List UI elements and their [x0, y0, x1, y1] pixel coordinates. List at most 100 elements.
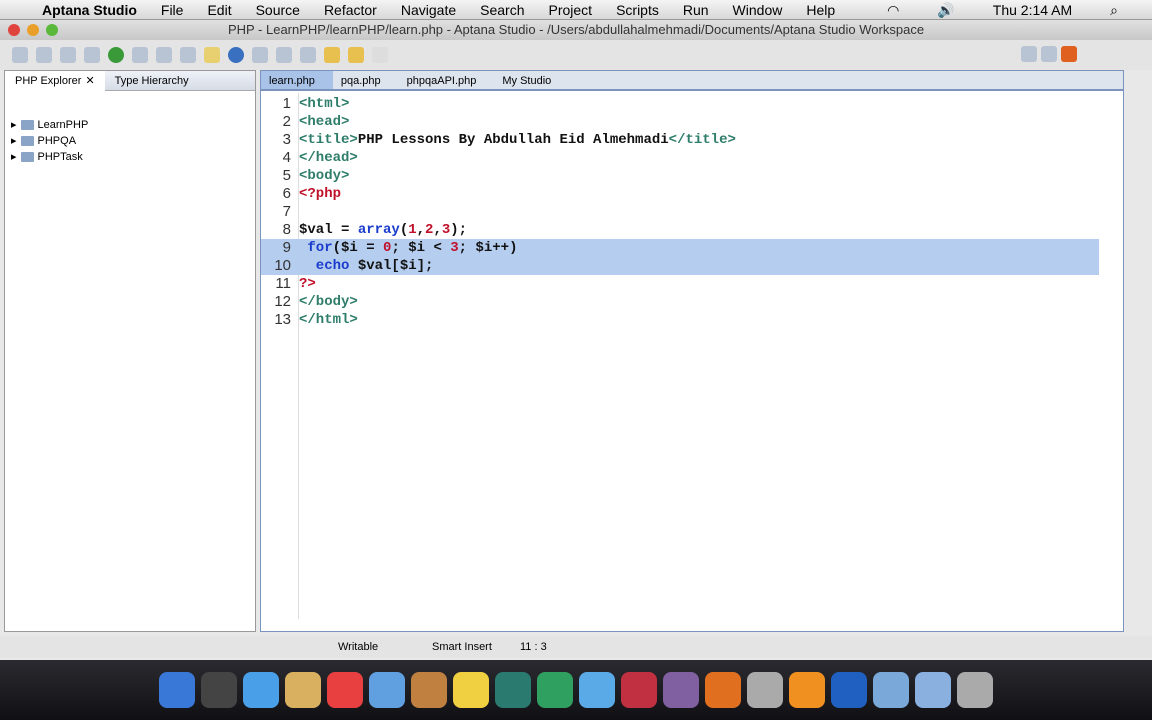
code-token: ,: [433, 222, 442, 238]
dock-app-icon[interactable]: [537, 672, 573, 708]
dock-app-icon[interactable]: [705, 672, 741, 708]
back-icon[interactable]: [324, 47, 340, 63]
code-token: <body>: [299, 168, 350, 184]
dock-app-icon[interactable]: [915, 672, 951, 708]
code-text: echo $val[$i];: [299, 257, 434, 275]
tab-pqa-php[interactable]: pqa.php: [333, 71, 399, 89]
home-icon[interactable]: [252, 47, 268, 63]
volume-icon[interactable]: 🔊: [937, 2, 954, 19]
back-history-icon[interactable]: [348, 47, 364, 63]
tab-phpqaapi-php[interactable]: phpqaAPI.php: [399, 71, 495, 89]
close-icon[interactable]: ✕: [85, 71, 94, 91]
debug-icon[interactable]: [84, 47, 100, 63]
code-editor[interactable]: 1 <html> 2 <head> 3 <title>PHP Lessons By Abd…: [261, 93, 1099, 619]
menu-source[interactable]: Source: [256, 2, 300, 18]
dock-app-icon[interactable]: [789, 672, 825, 708]
menu-navigate[interactable]: Navigate: [401, 2, 456, 18]
dock-app-icon[interactable]: [957, 672, 993, 708]
menu-search[interactable]: Search: [480, 2, 524, 18]
code-text: <title>PHP Lessons By Abdullah Eid Almeh…: [299, 131, 736, 149]
expand-icon[interactable]: ▸: [11, 133, 17, 149]
minimize-button[interactable]: [27, 24, 39, 36]
dock-app-icon[interactable]: [579, 672, 615, 708]
forward-icon[interactable]: [372, 47, 388, 63]
expand-icon[interactable]: ▸: [11, 149, 17, 165]
new-icon[interactable]: [12, 47, 28, 63]
code-line[interactable]: 3 <title>PHP Lessons By Abdullah Eid Alme…: [261, 131, 1099, 149]
project-phpqa[interactable]: ▸ PHPQA: [11, 133, 249, 149]
dock-app-icon[interactable]: [285, 672, 321, 708]
dock-app-icon[interactable]: [663, 672, 699, 708]
code-line[interactable]: 13 </html>: [261, 311, 1099, 329]
code-line[interactable]: 11 ?>: [261, 275, 1099, 293]
next-annotation-icon[interactable]: [276, 47, 292, 63]
open-type-icon[interactable]: [156, 47, 172, 63]
run-icon[interactable]: [108, 47, 124, 63]
dock-app-icon[interactable]: [369, 672, 405, 708]
menu-file[interactable]: File: [161, 2, 184, 18]
menu-app-name[interactable]: Aptana Studio: [42, 2, 137, 18]
tab-learn-php[interactable]: learn.php: [261, 71, 333, 89]
close-button[interactable]: [8, 24, 20, 36]
code-line[interactable]: 2 <head>: [261, 113, 1099, 131]
menu-run[interactable]: Run: [683, 2, 709, 18]
spotlight-icon[interactable]: ⌕: [1110, 2, 1118, 19]
wand-icon[interactable]: [180, 47, 196, 63]
code-line[interactable]: 5 <body>: [261, 167, 1099, 185]
code-line[interactable]: 6 <?php: [261, 185, 1099, 203]
code-line[interactable]: 12 </body>: [261, 293, 1099, 311]
menu-edit[interactable]: Edit: [207, 2, 231, 18]
wifi-icon[interactable]: ◠: [887, 2, 899, 19]
code-token: <head>: [299, 114, 350, 130]
code-text: for($i = 0; $i < 3; $i++): [299, 239, 517, 257]
code-token: $val[$i];: [349, 258, 434, 274]
dock-app-icon[interactable]: [243, 672, 279, 708]
menu-scripts[interactable]: Scripts: [616, 2, 659, 18]
php-explorer-panel: PHP Explorer ✕ Type Hierarchy ▸ LearnPHP ▸…: [4, 70, 256, 632]
code-line[interactable]: 10 echo $val[$i];: [261, 257, 1099, 275]
code-text: $val = array(1,2,3);: [299, 221, 467, 239]
php-perspective-icon[interactable]: [1041, 46, 1057, 62]
globe-icon[interactable]: [228, 47, 244, 63]
dock-app-icon[interactable]: [411, 672, 447, 708]
project-label: LearnPHP: [37, 119, 89, 131]
dock-app-icon[interactable]: [831, 672, 867, 708]
expand-icon[interactable]: ▸: [11, 117, 17, 133]
dock-app-icon[interactable]: [747, 672, 783, 708]
code-line[interactable]: 7: [261, 203, 1099, 221]
aptana-perspective-icon[interactable]: [1061, 46, 1077, 62]
menu-help[interactable]: Help: [806, 2, 835, 18]
prev-annotation-icon[interactable]: [300, 47, 316, 63]
print-icon[interactable]: [60, 47, 76, 63]
tab-type-hierarchy[interactable]: Type Hierarchy: [105, 71, 199, 91]
menu-refactor[interactable]: Refactor: [324, 2, 377, 18]
brush-icon[interactable]: [204, 47, 220, 63]
menu-window[interactable]: Window: [733, 2, 783, 18]
window-title-bar: PHP - LearnPHP/learnPHP/learn.php - Apta…: [0, 20, 1152, 40]
open-perspective-icon[interactable]: [1021, 46, 1037, 62]
code-line[interactable]: 8 $val = array(1,2,3);: [261, 221, 1099, 239]
dock-app-icon[interactable]: [201, 672, 237, 708]
clock[interactable]: Thu 2:14 AM: [993, 2, 1072, 19]
menu-project[interactable]: Project: [548, 2, 592, 18]
dock-app-icon[interactable]: [453, 672, 489, 708]
tab-label: PHP Explorer: [15, 74, 82, 87]
dock-app-icon[interactable]: [621, 672, 657, 708]
project-phptask[interactable]: ▸ PHPTask: [11, 149, 249, 165]
code-line[interactable]: 1 <html>: [261, 95, 1099, 113]
dock-app-icon[interactable]: [327, 672, 363, 708]
line-number: 11: [275, 275, 291, 292]
external-tools-icon[interactable]: [132, 47, 148, 63]
zoom-button[interactable]: [46, 24, 58, 36]
tab-php-explorer[interactable]: PHP Explorer ✕: [5, 70, 105, 91]
dock-app-icon[interactable]: [495, 672, 531, 708]
project-learnphp[interactable]: ▸ LearnPHP: [11, 117, 249, 133]
tab-my-studio[interactable]: My Studio: [494, 71, 569, 89]
code-line[interactable]: 4 </head>: [261, 149, 1099, 167]
code-token: </title>: [668, 132, 736, 148]
dock-app-icon[interactable]: [159, 672, 195, 708]
code-line[interactable]: 9 for($i = 0; $i < 3; $i++): [261, 239, 1099, 257]
save-icon[interactable]: [36, 47, 52, 63]
line-number: 7: [282, 203, 291, 220]
dock-app-icon[interactable]: [873, 672, 909, 708]
